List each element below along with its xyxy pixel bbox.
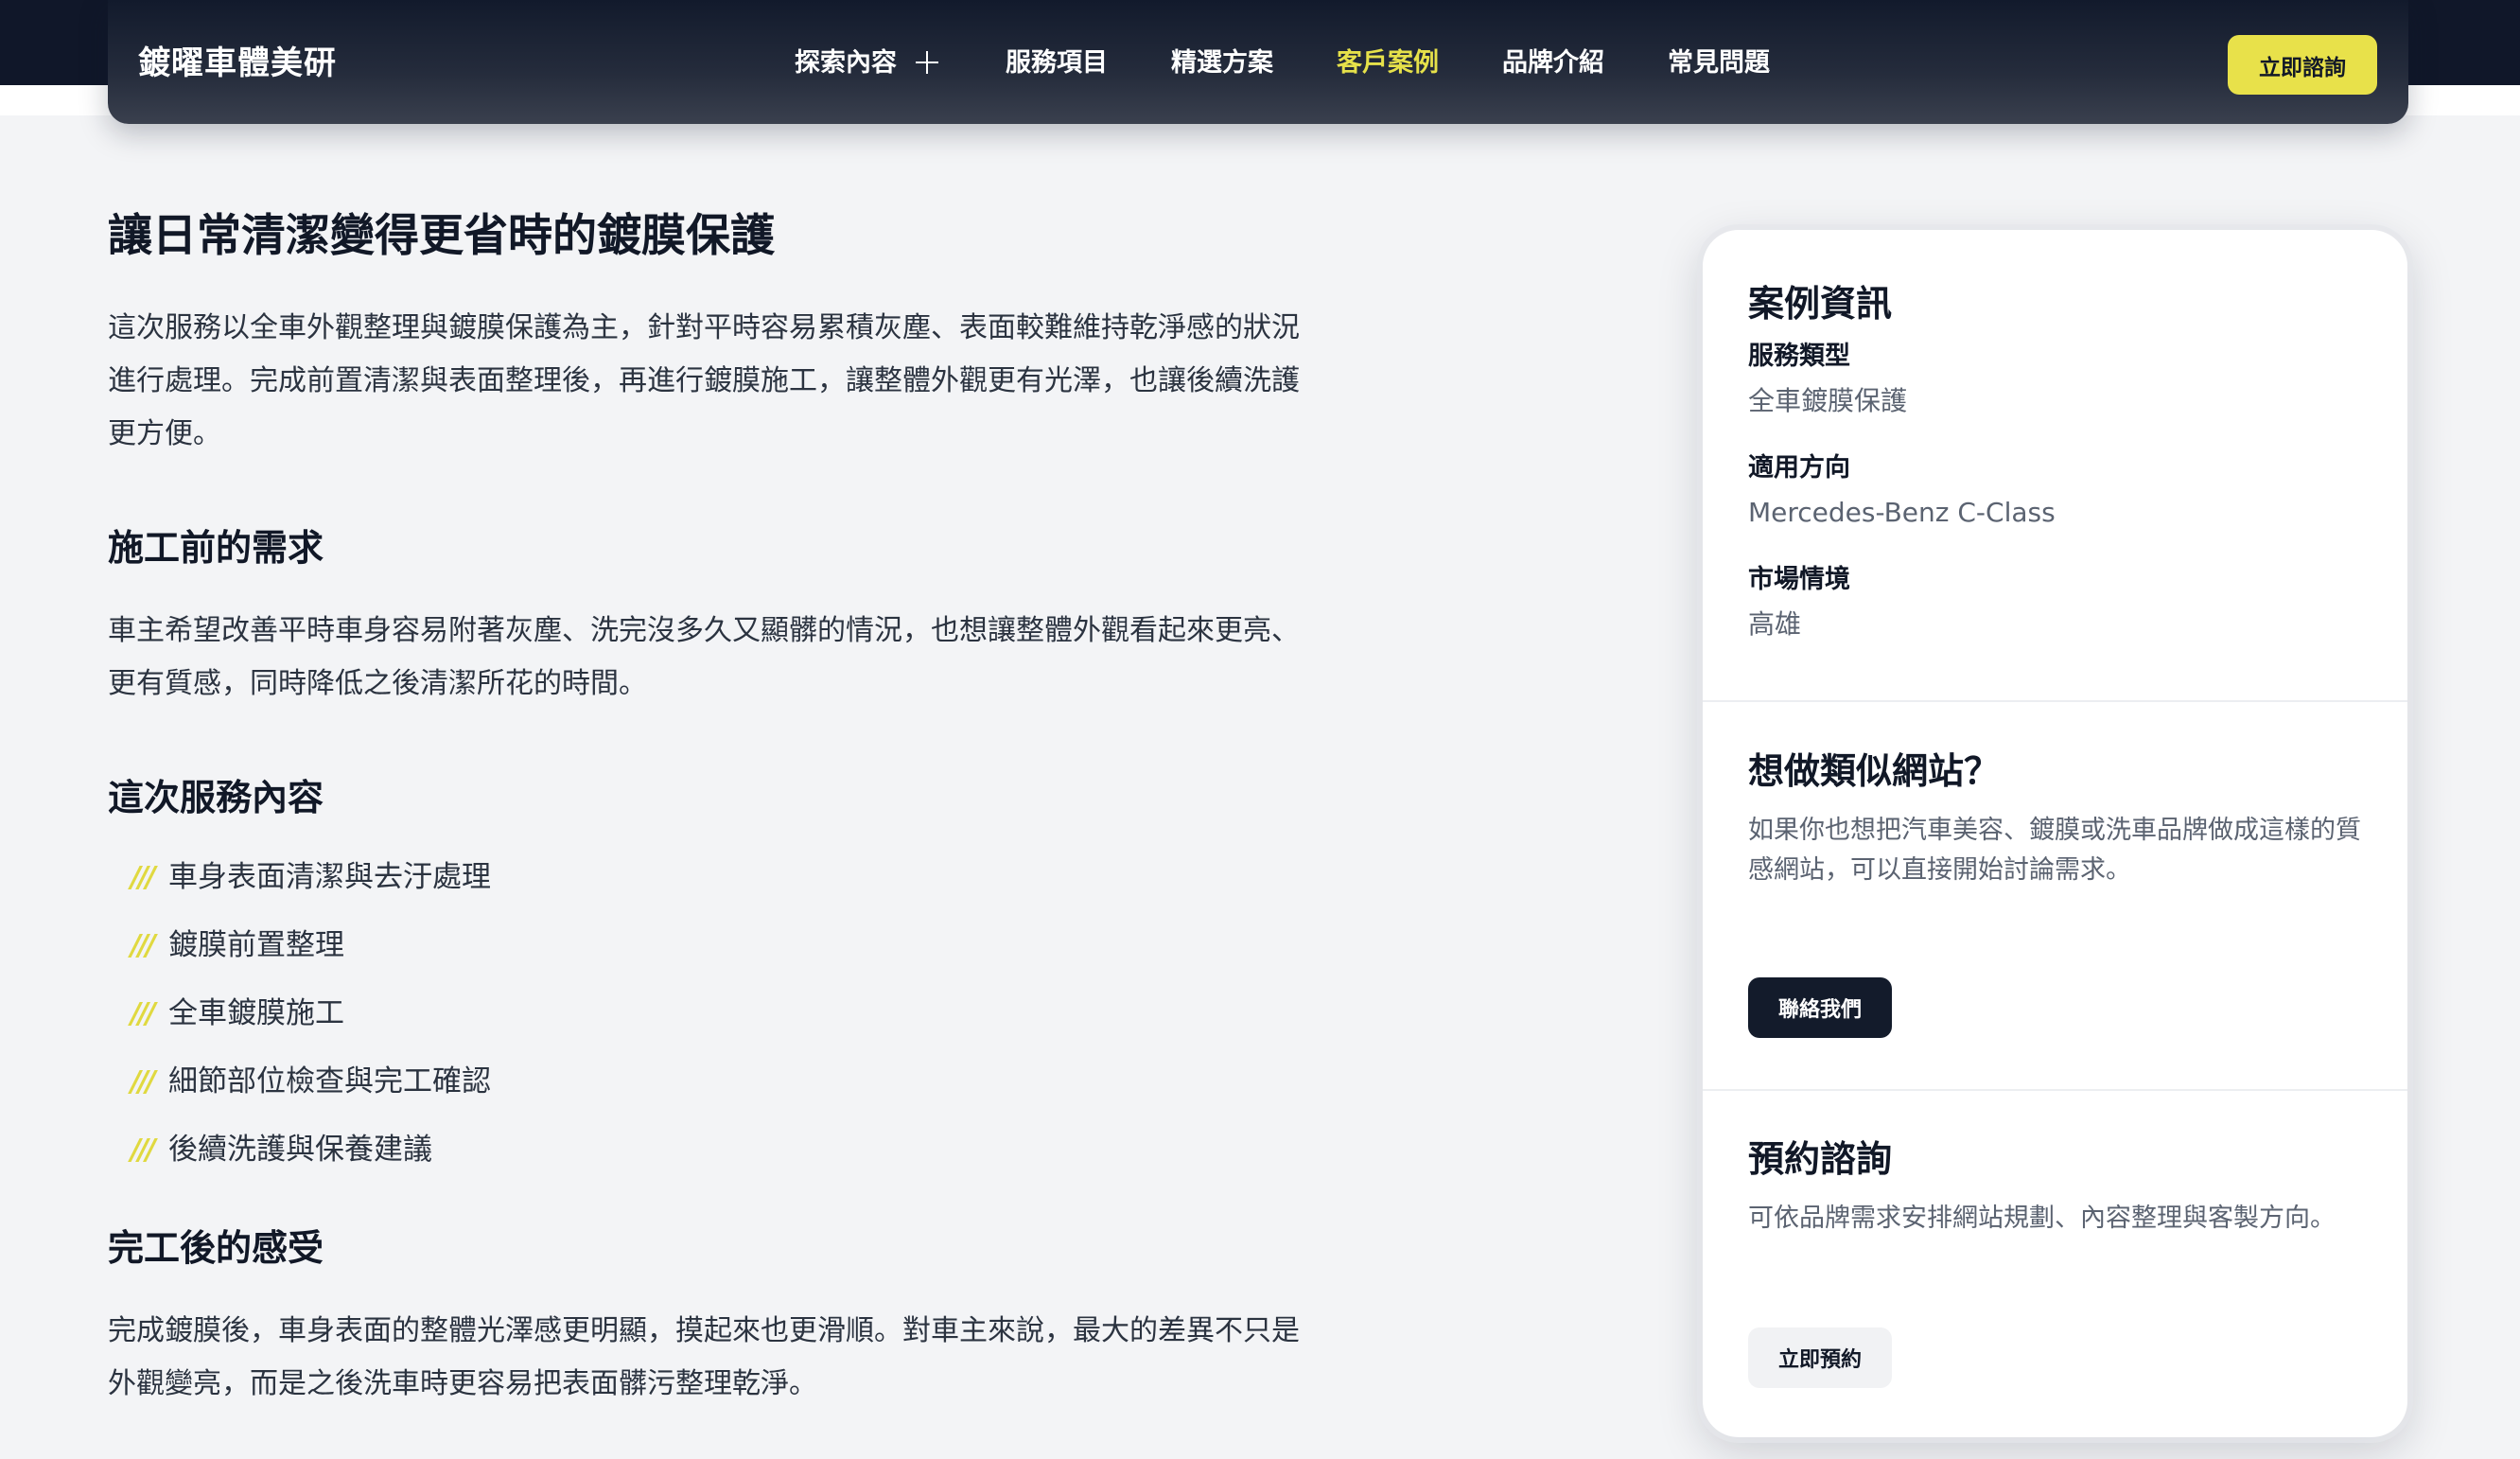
slash-bullet-icon: ///: [131, 1065, 156, 1099]
list-item: ///全車鍍膜施工: [108, 979, 1300, 1047]
consult-now-button[interactable]: 立即諮詢: [2228, 35, 2377, 95]
booking-title: 預約諮詢: [1748, 1138, 1893, 1180]
service-list: ///車身表面清潔與去汙處理 ///鍍膜前置整理 ///全車鍍膜施工 ///細節…: [108, 843, 1300, 1184]
info-value: 高雄: [1748, 608, 1802, 640]
slash-bullet-icon: ///: [131, 997, 156, 1030]
info-value: 全車鍍膜保護: [1748, 385, 1908, 416]
case-info-title: 案例資訊: [1748, 283, 1893, 325]
contact-us-button[interactable]: 聯絡我們: [1748, 977, 1893, 1038]
slash-bullet-icon: ///: [131, 1134, 156, 1167]
info-label: 市場情境: [1748, 565, 1850, 594]
nav-item-brand[interactable]: 品牌介紹: [1502, 40, 1604, 87]
booking-text: 可依品牌需求安排網站規劃、內容整理與客製方向。: [1748, 1204, 2336, 1233]
nav-item-plans[interactable]: 精選方案: [1171, 40, 1273, 87]
book-now-button[interactable]: 立即預約: [1748, 1327, 1893, 1388]
section-heading-services: 這次服務內容: [108, 777, 324, 818]
case-sidebar-card: 案例資訊 服務類型 全車鍍膜保護 適用方向 Mercedes-Benz C-Cl…: [1703, 230, 2407, 1437]
list-item: ///後續洗護與保養建議: [108, 1116, 1300, 1184]
top-navbar: 鍍曜車體美研 探索內容 服務項目 精選方案 客戶案例 品牌介紹 常見問題 立即諮…: [108, 0, 2408, 124]
similar-site-section: 想做類似網站？ 如果你也想把汽車美容、鍍膜或洗車品牌做成這樣的質感網站，可以直接…: [1703, 745, 2407, 1038]
case-article: 讓日常清潔變得更省時的鍍膜保護 這次服務以全車外觀整理與鍍膜保護為主，針對平時容…: [108, 203, 1300, 1411]
similar-site-title: 想做類似網站？: [1748, 750, 2001, 792]
section-heading-needs: 施工前的需求: [108, 527, 324, 569]
info-field-market: 市場情境 高雄: [1748, 561, 2362, 644]
info-field-service-type: 服務類型 全車鍍膜保護: [1748, 338, 2362, 421]
list-item: ///鍍膜前置整理: [108, 911, 1300, 979]
nav-item-explore[interactable]: 探索內容: [795, 40, 938, 87]
list-item: ///細節部位檢查與完工確認: [108, 1047, 1300, 1116]
article-title: 讓日常清潔變得更省時的鍍膜保護: [108, 210, 775, 262]
section-body-result: 完成鍍膜後，車身表面的整體光澤感更明顯，摸起來也更滑順。對車主來說，最大的差異不…: [108, 1314, 1300, 1400]
info-label: 適用方向: [1748, 453, 1850, 483]
slash-bullet-icon: ///: [131, 929, 156, 962]
info-value: Mercedes-Benz C-Class: [1748, 497, 2056, 528]
nav-item-faq[interactable]: 常見問題: [1668, 40, 1770, 87]
booking-section: 預約諮詢 可依品牌需求安排網站規劃、內容整理與客製方向。 立即預約: [1703, 1133, 2407, 1388]
list-item: ///車身表面清潔與去汙處理: [108, 843, 1300, 911]
nav-item-cases[interactable]: 客戶案例: [1337, 40, 1439, 87]
info-label: 服務類型: [1748, 342, 1850, 371]
nav-item-services[interactable]: 服務項目: [1006, 40, 1108, 87]
section-heading-result: 完工後的感受: [108, 1227, 324, 1269]
divider: [1703, 1089, 2407, 1091]
section-body-needs: 車主希望改善平時車身容易附著灰塵、洗完沒多久又顯髒的情況，也想讓整體外觀看起來更…: [108, 614, 1300, 700]
main-nav: 探索內容 服務項目 精選方案 客戶案例 品牌介紹 常見問題: [108, 40, 2408, 87]
slash-bullet-icon: ///: [131, 861, 156, 894]
case-info-section: 案例資訊 服務類型 全車鍍膜保護 適用方向 Mercedes-Benz C-Cl…: [1703, 277, 2407, 644]
article-intro: 這次服務以全車外觀整理與鍍膜保護為主，針對平時容易累積灰塵、表面較難維持乾淨感的…: [108, 311, 1300, 450]
info-field-direction: 適用方向 Mercedes-Benz C-Class: [1748, 449, 2362, 533]
plus-icon: [916, 51, 938, 74]
nav-item-label: 探索內容: [795, 48, 897, 78]
divider: [1703, 700, 2407, 702]
similar-site-text: 如果你也想把汽車美容、鍍膜或洗車品牌做成這樣的質感網站，可以直接開始討論需求。: [1748, 816, 2361, 885]
